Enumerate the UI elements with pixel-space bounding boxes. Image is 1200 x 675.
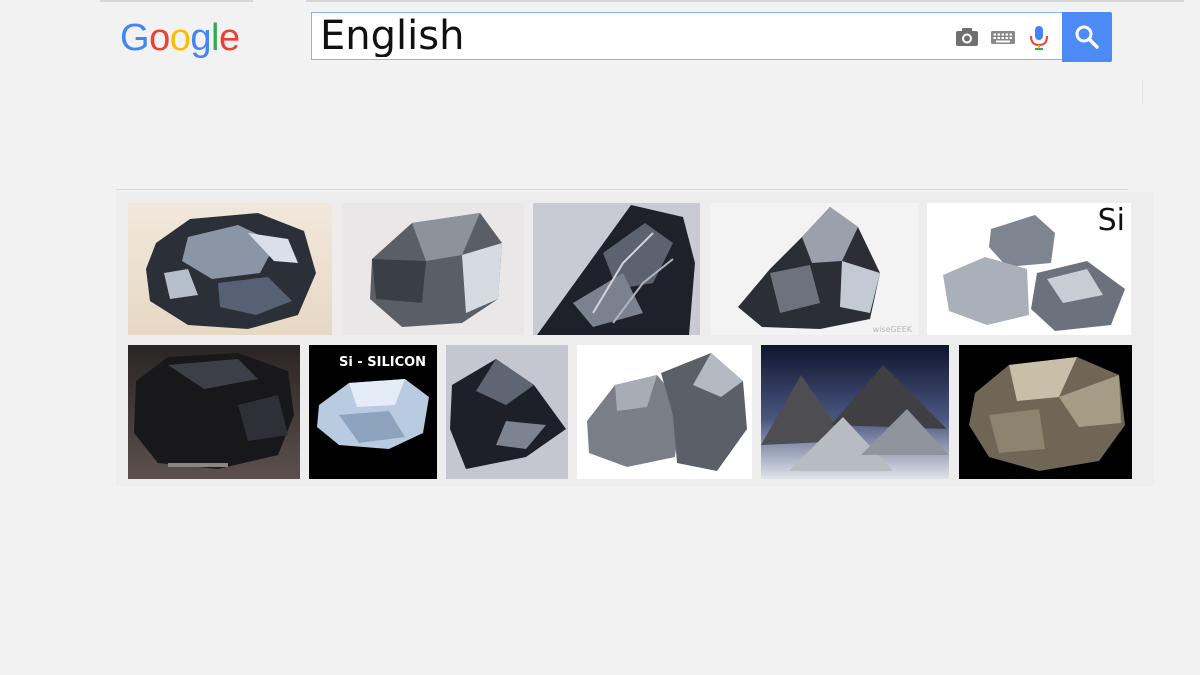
image-result[interactable]: Si bbox=[927, 203, 1131, 335]
google-logo[interactable]: Google bbox=[120, 14, 240, 62]
image-result[interactable] bbox=[446, 345, 568, 479]
element-symbol-label: Si bbox=[1097, 203, 1125, 238]
search-button[interactable] bbox=[1062, 12, 1112, 62]
image-result[interactable] bbox=[128, 203, 332, 335]
thumbnail-caption: Si - SILICON bbox=[339, 355, 427, 370]
camera-icon[interactable] bbox=[954, 25, 980, 49]
faint-divider-mark bbox=[1142, 80, 1143, 104]
search-input[interactable] bbox=[320, 15, 940, 57]
image-result[interactable] bbox=[577, 345, 752, 479]
logo-letter: l bbox=[210, 17, 219, 59]
search-box bbox=[311, 12, 1062, 60]
keyboard-icon[interactable] bbox=[990, 25, 1016, 49]
image-result[interactable] bbox=[128, 345, 300, 479]
image-result[interactable] bbox=[342, 203, 524, 335]
logo-letter: o bbox=[169, 17, 191, 59]
logo-letter: g bbox=[190, 17, 211, 59]
image-result[interactable]: wiseGEEK bbox=[710, 203, 918, 335]
top-border-left bbox=[100, 0, 253, 2]
results-divider bbox=[116, 189, 1128, 190]
image-result[interactable] bbox=[533, 203, 700, 335]
image-results-panel: wiseGEEK Si Si - SILICON bbox=[116, 192, 1154, 486]
mic-icon[interactable] bbox=[1026, 25, 1052, 50]
image-result[interactable] bbox=[761, 345, 949, 479]
image-result[interactable]: Si - SILICON bbox=[309, 345, 437, 479]
logo-letter: e bbox=[218, 17, 240, 59]
top-border-right bbox=[306, 0, 1184, 2]
watermark: wiseGEEK bbox=[872, 325, 912, 334]
logo-letter: o bbox=[149, 17, 170, 59]
logo-letter: G bbox=[120, 17, 150, 59]
image-result[interactable] bbox=[959, 345, 1132, 479]
